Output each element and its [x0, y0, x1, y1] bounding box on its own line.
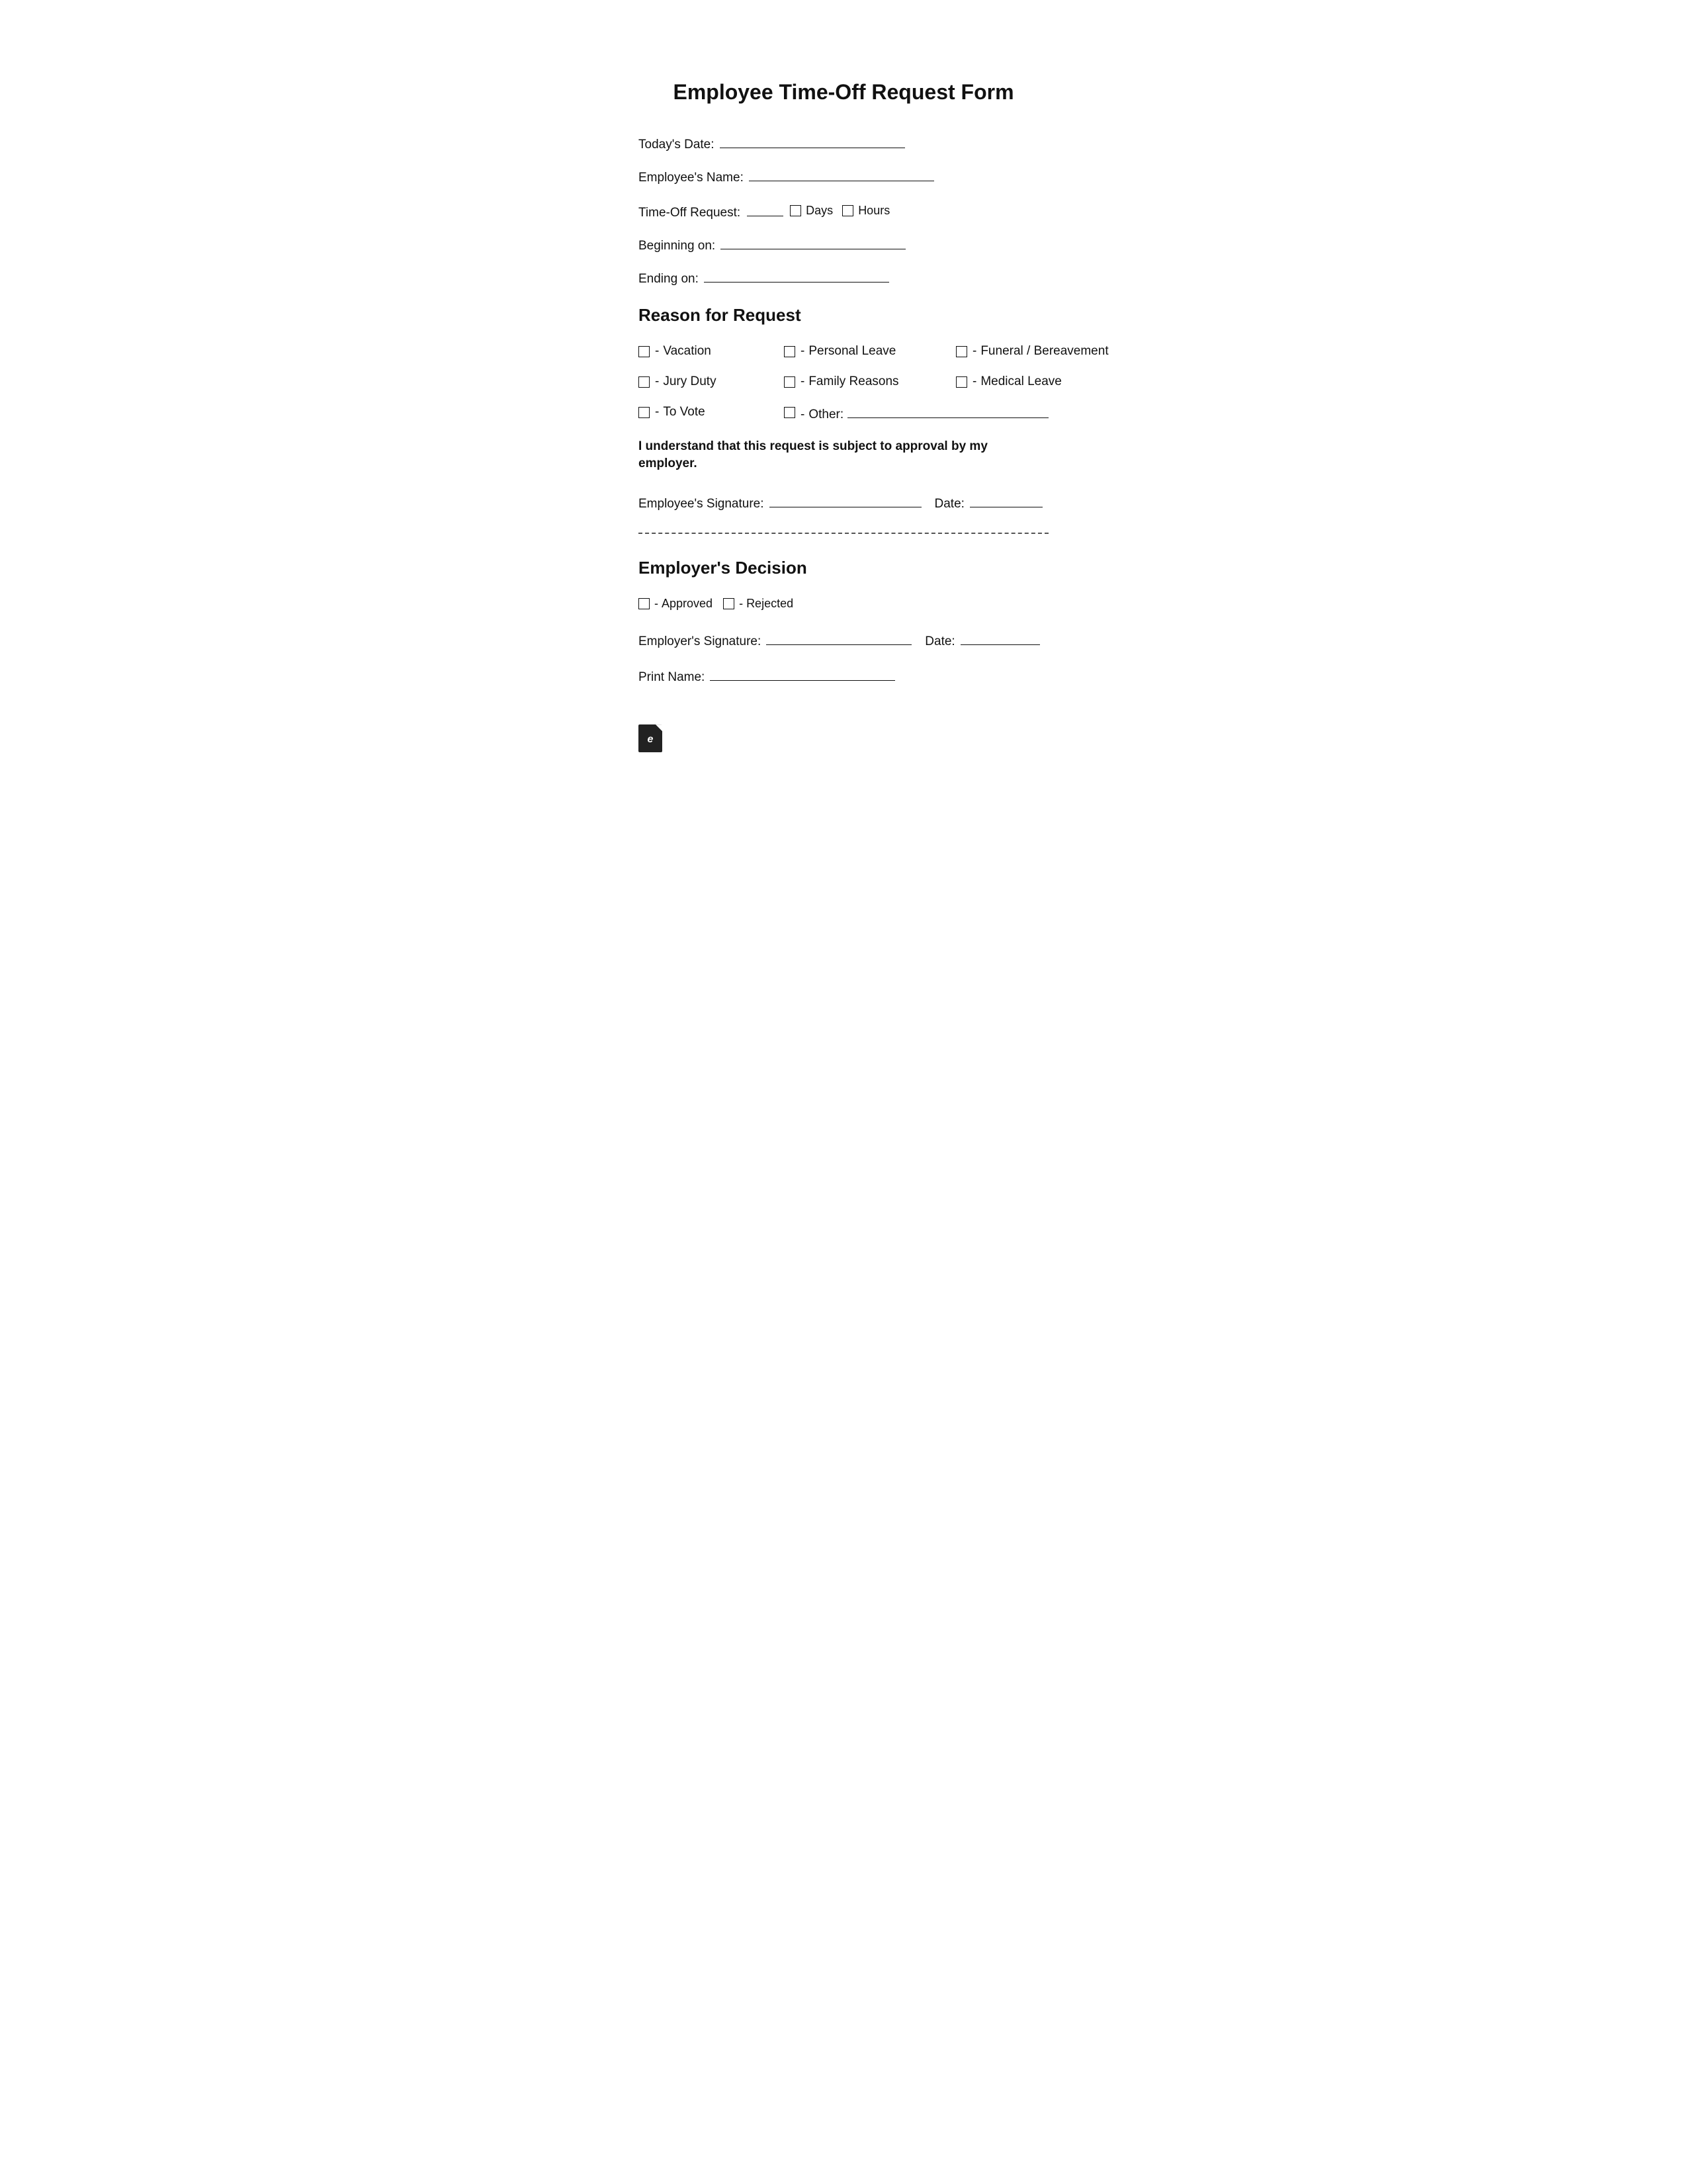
jury-duty-item[interactable]: - Jury Duty [638, 374, 784, 389]
personal-leave-dash: - [800, 344, 804, 359]
notice-text: I understand that this request is subjec… [638, 438, 1049, 473]
jury-duty-dash: - [655, 374, 659, 389]
employer-decision-heading: Employer's Decision [638, 558, 1049, 578]
employee-date-group: Date: [935, 497, 1043, 511]
vacation-label: Vacation [663, 344, 711, 359]
reason-section-heading: Reason for Request [638, 305, 1049, 326]
approved-dash: - [654, 597, 658, 611]
medical-leave-checkbox[interactable] [956, 376, 967, 388]
other-dash: - [800, 408, 804, 422]
approved-label: Approved [662, 597, 713, 611]
family-reasons-dash: - [800, 374, 804, 389]
vacation-checkbox[interactable] [638, 346, 650, 357]
footer-icon-area: e [638, 724, 1049, 752]
approved-checkbox[interactable] [638, 598, 650, 609]
reason-grid: - Vacation - Personal Leave - Funeral / … [638, 344, 1049, 422]
print-name-label: Print Name: [638, 670, 705, 685]
funeral-checkbox[interactable] [956, 346, 967, 357]
beginning-on-label: Beginning on: [638, 239, 715, 253]
employer-date-label: Date: [925, 634, 955, 649]
print-name-underline[interactable] [710, 680, 895, 681]
rejected-label: Rejected [746, 597, 793, 611]
funeral-item[interactable]: - Funeral / Bereavement [956, 344, 1128, 359]
dashed-divider [638, 533, 1049, 534]
employees-name-row: Employee's Name: [638, 171, 1049, 185]
rejected-checkbox[interactable] [723, 598, 734, 609]
timeoff-request-row: Time-Off Request: Days Hours [638, 204, 1049, 220]
employer-signature-underline[interactable] [766, 644, 912, 645]
approved-item[interactable]: - Approved [638, 597, 713, 611]
employee-signature-row: Employee's Signature: Date: [638, 497, 1049, 511]
personal-leave-label: Personal Leave [808, 344, 896, 359]
todays-date-label: Today's Date: [638, 138, 714, 152]
medical-leave-label: Medical Leave [980, 374, 1062, 389]
reason-row-2: - Jury Duty - Family Reasons - Medical L… [638, 374, 1049, 389]
document-icon: e [638, 724, 662, 752]
print-name-row: Print Name: [638, 670, 1049, 685]
hours-label: Hours [858, 204, 890, 218]
employee-date-label: Date: [935, 497, 965, 511]
ending-on-row: Ending on: [638, 272, 1049, 286]
hours-checkbox[interactable] [842, 205, 853, 216]
personal-leave-checkbox[interactable] [784, 346, 795, 357]
beginning-on-row: Beginning on: [638, 239, 1049, 253]
to-vote-label: To Vote [663, 405, 705, 419]
other-underline[interactable] [847, 417, 1049, 418]
days-label: Days [806, 204, 833, 218]
ending-on-underline[interactable] [704, 282, 889, 283]
days-checkbox[interactable] [790, 205, 801, 216]
todays-date-row: Today's Date: [638, 138, 1049, 152]
employer-date-group: Date: [925, 634, 1039, 649]
family-reasons-checkbox[interactable] [784, 376, 795, 388]
other-label: Other: [808, 408, 844, 422]
vacation-item[interactable]: - Vacation [638, 344, 784, 359]
to-vote-checkbox[interactable] [638, 407, 650, 418]
personal-leave-item[interactable]: - Personal Leave [784, 344, 956, 359]
other-item[interactable]: - Other: [784, 407, 1049, 422]
doc-icon-letter: e [648, 734, 654, 746]
reason-row-1: - Vacation - Personal Leave - Funeral / … [638, 344, 1049, 359]
rejected-dash: - [739, 597, 743, 611]
family-reasons-label: Family Reasons [808, 374, 898, 389]
employer-date-underline[interactable] [961, 644, 1040, 645]
employee-signature-label: Employee's Signature: [638, 497, 764, 511]
employer-signature-label: Employer's Signature: [638, 634, 761, 649]
to-vote-item[interactable]: - To Vote [638, 405, 784, 419]
approved-rejected-row: - Approved - Rejected [638, 597, 1049, 611]
rejected-item[interactable]: - Rejected [723, 597, 793, 611]
employees-name-label: Employee's Name: [638, 171, 744, 185]
family-reasons-item[interactable]: - Family Reasons [784, 374, 956, 389]
days-checkbox-item[interactable]: Days [790, 204, 833, 218]
medical-leave-item[interactable]: - Medical Leave [956, 374, 1128, 389]
jury-duty-checkbox[interactable] [638, 376, 650, 388]
jury-duty-label: Jury Duty [663, 374, 716, 389]
employer-sig-group: Employer's Signature: [638, 634, 912, 649]
funeral-dash: - [973, 344, 976, 359]
employee-sig-group: Employee's Signature: [638, 497, 922, 511]
funeral-label: Funeral / Bereavement [980, 344, 1108, 359]
hours-checkbox-item[interactable]: Hours [842, 204, 890, 218]
employer-decision-section: Employer's Decision - Approved - Rejecte… [638, 558, 1049, 685]
to-vote-dash: - [655, 405, 659, 419]
page-title: Employee Time-Off Request Form [638, 79, 1049, 105]
timeoff-request-label: Time-Off Request: [638, 206, 740, 220]
page-container: Employee Time-Off Request Form Today's D… [585, 40, 1102, 2144]
employer-signature-row: Employer's Signature: Date: [638, 634, 1049, 649]
vacation-dash: - [655, 344, 659, 359]
ending-on-label: Ending on: [638, 272, 699, 286]
other-checkbox[interactable] [784, 407, 795, 418]
reason-row-3: - To Vote - Other: [638, 405, 1049, 422]
medical-leave-dash: - [973, 374, 976, 389]
